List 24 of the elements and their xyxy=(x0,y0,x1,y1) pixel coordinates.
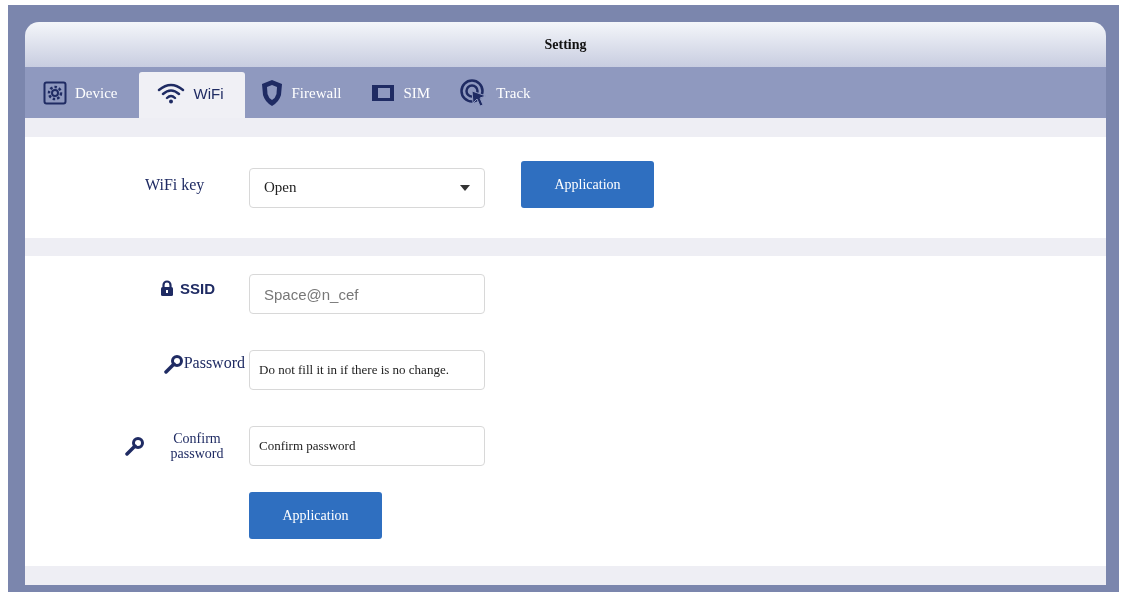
key-icon xyxy=(163,354,184,374)
tab[interactable]: Device xyxy=(35,72,132,118)
input-field[interactable]: Confirm password xyxy=(249,426,485,466)
caret-icon xyxy=(460,184,470,191)
application-button[interactable]: Application xyxy=(521,161,654,208)
lock-icon xyxy=(160,279,174,296)
window-title: Setting xyxy=(544,36,587,53)
tab[interactable]: Firewall xyxy=(253,72,356,118)
field-label: WiFi key xyxy=(145,175,206,194)
tab[interactable]: SIM xyxy=(363,72,445,118)
application-button[interactable]: Application xyxy=(249,492,382,539)
field-label: SSID xyxy=(180,279,215,297)
tab[interactable]: Track xyxy=(452,72,545,118)
key-icon xyxy=(125,436,145,456)
input-field[interactable]: Space@n_cef xyxy=(249,274,485,314)
field-label: Confirm password xyxy=(169,430,225,462)
tab[interactable]: WiFi xyxy=(139,72,246,118)
card-icon xyxy=(371,84,396,102)
wifi-key-dropdown[interactable]: Open xyxy=(249,167,485,208)
shield-icon xyxy=(261,79,284,107)
input-field[interactable]: Do not fill it in if there is no change. xyxy=(249,350,485,390)
gear-icon xyxy=(43,81,67,105)
field-label: Password xyxy=(183,354,245,372)
wifi-icon xyxy=(157,82,186,104)
